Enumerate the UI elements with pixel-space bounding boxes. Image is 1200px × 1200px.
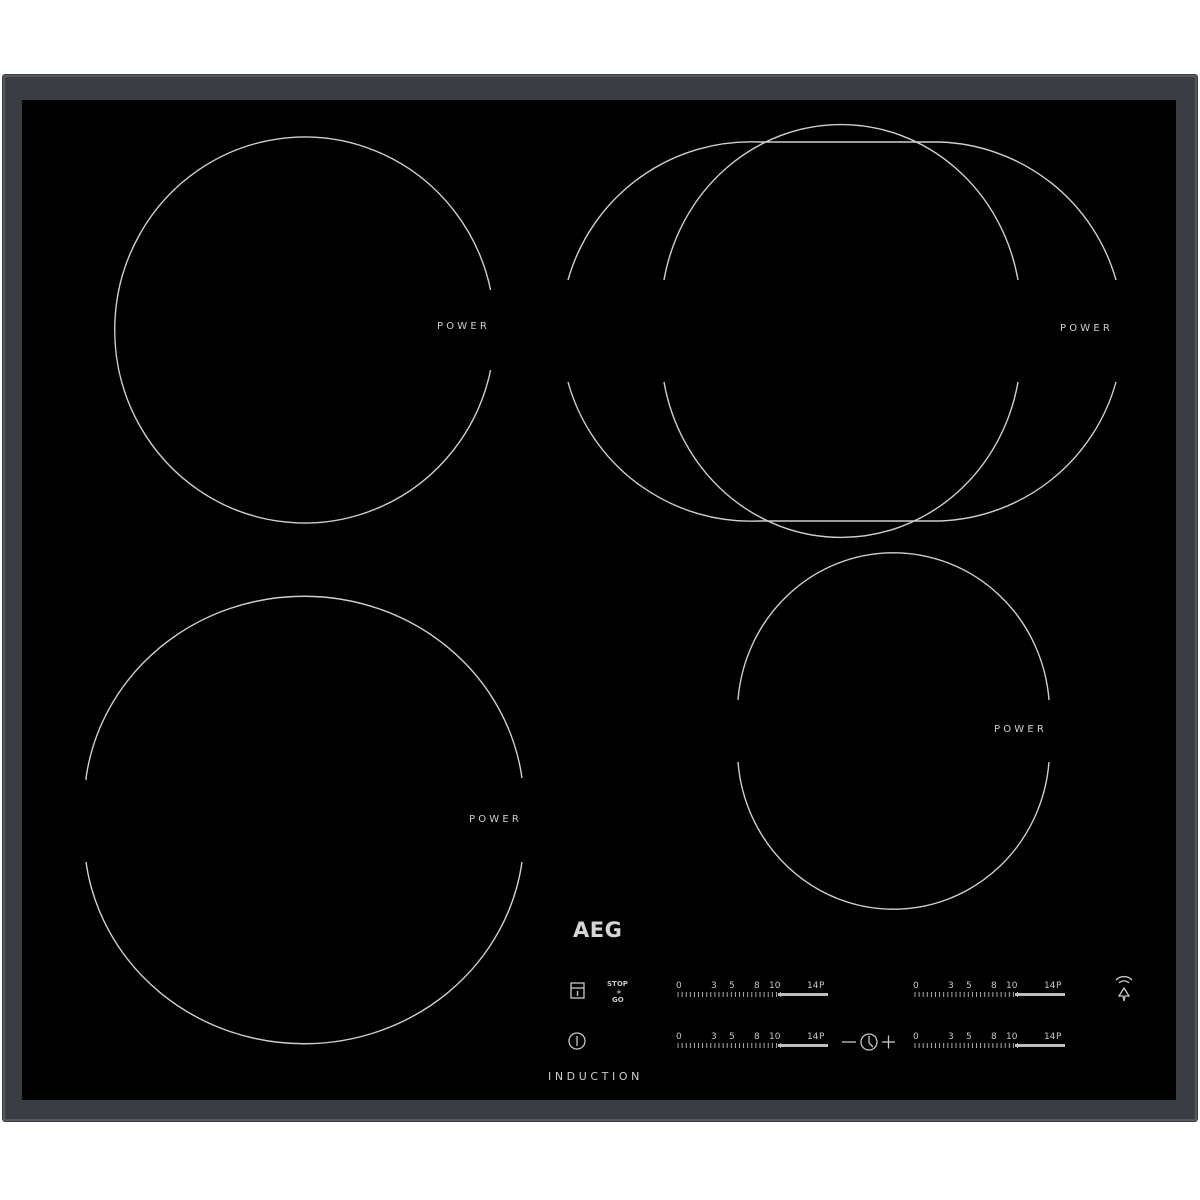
zone-rear-left-label: POWER xyxy=(437,321,490,332)
slider-tick-label: 10 xyxy=(1006,1032,1018,1042)
slider-tick-label: 8 xyxy=(991,981,997,991)
slider-tick-label: 8 xyxy=(754,981,760,991)
slider-tick-label: 0 xyxy=(676,1032,682,1042)
cooktop: POWER POWER POWER POWER AEG STOP + GO IN… xyxy=(2,74,1198,1122)
slider-tick-label: P xyxy=(819,981,825,991)
zone-rear-right-label: POWER xyxy=(1060,323,1113,334)
brand-logo: AEG xyxy=(573,918,622,942)
slider-tick-label: 14 xyxy=(807,981,819,991)
slider-tick-label: P xyxy=(1056,981,1062,991)
slider-tick-label: 5 xyxy=(966,981,972,991)
slider-max-bar xyxy=(1015,993,1065,996)
slider-tick-label: 0 xyxy=(913,1032,919,1042)
slider-tick-label: 3 xyxy=(711,981,717,991)
slider-max-bar xyxy=(778,993,828,996)
slider-tick-label: 3 xyxy=(948,981,954,991)
slider-tick-label: P xyxy=(1056,1032,1062,1042)
slider-max-bar xyxy=(1015,1044,1065,1047)
slider-tick-label: 14 xyxy=(807,1032,819,1042)
slider-tick-label: 3 xyxy=(948,1032,954,1042)
slider-tick-label: 8 xyxy=(991,1032,997,1042)
svg-text:STOP: STOP xyxy=(607,980,628,988)
zone-front-left-label: POWER xyxy=(469,814,522,825)
slider-tick-label: 10 xyxy=(1006,981,1018,991)
zone-front-right-label: POWER xyxy=(994,724,1047,735)
slider-tick-label: P xyxy=(819,1032,825,1042)
slider-max-bar xyxy=(778,1044,828,1047)
induction-label: INDUCTION xyxy=(548,1070,643,1083)
slider-tick-label: 14 xyxy=(1044,1032,1056,1042)
slider-tick-label: 5 xyxy=(729,981,735,991)
svg-text:+: + xyxy=(616,988,622,996)
slider-tick-label: 0 xyxy=(913,981,919,991)
slider-tick-label: 3 xyxy=(711,1032,717,1042)
slider-tick-label: 5 xyxy=(966,1032,972,1042)
slider-tick-label: 10 xyxy=(769,1032,781,1042)
glass-surface xyxy=(22,100,1176,1100)
slider-tick-label: 8 xyxy=(754,1032,760,1042)
slider-tick-label: 10 xyxy=(769,981,781,991)
slider-tick-label: 0 xyxy=(676,981,682,991)
svg-text:GO: GO xyxy=(612,996,624,1004)
slider-tick-label: 14 xyxy=(1044,981,1056,991)
slider-tick-label: 5 xyxy=(729,1032,735,1042)
